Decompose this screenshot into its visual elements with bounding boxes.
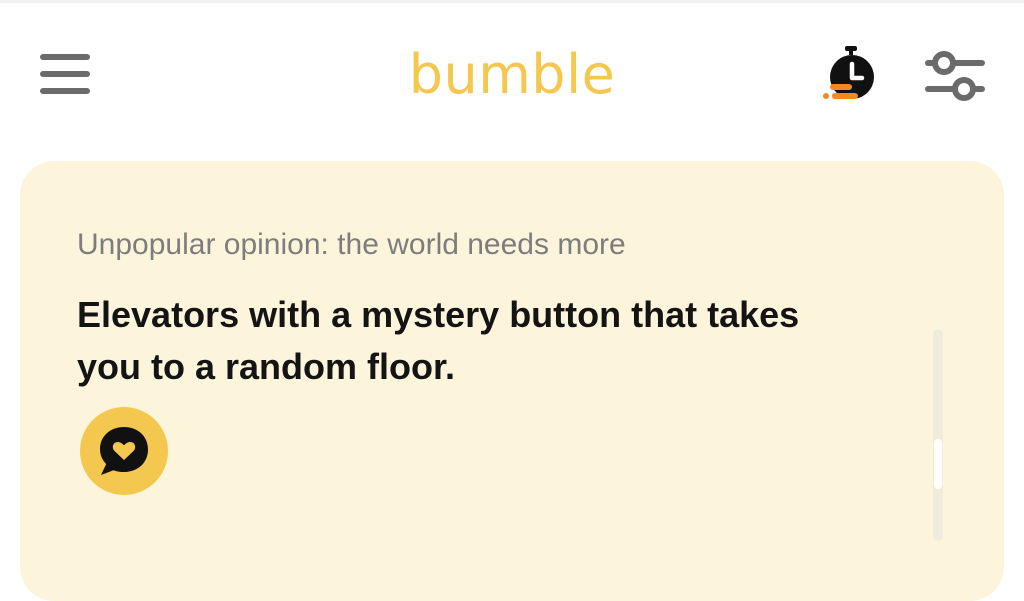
- prompt-answer: Elevators with a mystery button that tak…: [77, 294, 800, 387]
- boost-button[interactable]: [818, 43, 882, 107]
- heart-chat-bubble-icon: [100, 427, 148, 475]
- comment-button[interactable]: [80, 407, 168, 495]
- prompt-label: Unpopular opinion: the world needs more: [77, 228, 626, 261]
- top-navigation-bar: bumble: [0, 0, 1024, 140]
- scrollbar-track[interactable]: [933, 329, 943, 541]
- scrollbar-thumb[interactable]: [934, 439, 942, 489]
- filter-sliders-icon: [925, 51, 985, 101]
- profile-prompt-card: Unpopular opinion: the world needs more …: [20, 161, 1004, 601]
- filter-button[interactable]: [924, 45, 986, 107]
- stopwatch-boost-icon: [823, 46, 874, 99]
